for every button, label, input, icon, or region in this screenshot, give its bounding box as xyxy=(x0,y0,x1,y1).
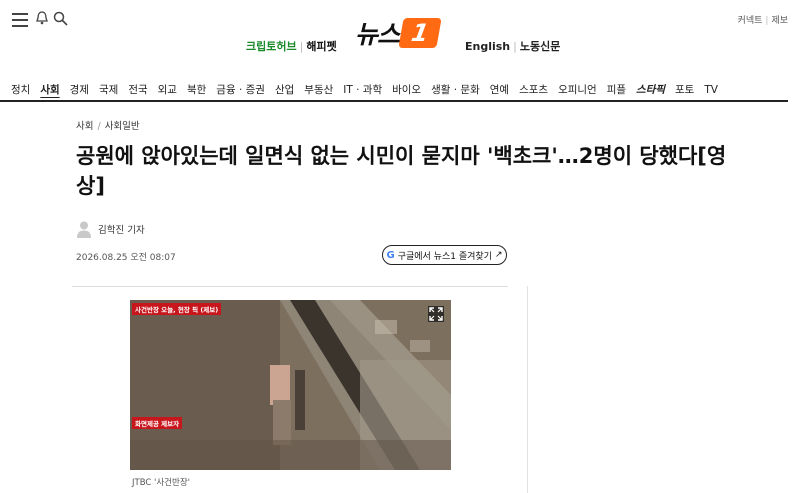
photo-credit: JTBC '사건반장' xyxy=(132,478,190,488)
cat-tv[interactable]: TV xyxy=(704,80,718,100)
google-favorite-label: 구글에서 뉴스1 즐겨찾기 xyxy=(397,251,492,262)
link-connect[interactable]: 커넥트 xyxy=(738,16,763,26)
link-english[interactable]: English xyxy=(465,40,510,53)
link-report[interactable]: 제보 xyxy=(771,16,788,26)
google-icon: G xyxy=(386,249,395,261)
cat-sports[interactable]: 스포츠 xyxy=(519,80,548,100)
author-name[interactable]: 김학진 기자 xyxy=(98,222,145,236)
top-bar: 크립토허브 | 해피펫 뉴스 1 English | 노동신문 커넥트 | 제보 xyxy=(0,0,800,70)
cat-opinion[interactable]: 오피니언 xyxy=(558,80,597,100)
header-left-links: 크립토허브 | 해피펫 xyxy=(246,40,337,53)
menu-icon[interactable] xyxy=(12,13,28,27)
video-caption-bottom: 화면제공 제보자 xyxy=(132,417,183,429)
cat-photo[interactable]: 포토 xyxy=(675,80,694,100)
link-crypto-hub[interactable]: 크립토허브 xyxy=(246,40,297,53)
cat-nationwide[interactable]: 전국 xyxy=(128,80,147,100)
cat-industry[interactable]: 산업 xyxy=(275,80,294,100)
bell-icon[interactable] xyxy=(36,11,48,25)
external-arrow-icon: ↗ xyxy=(494,250,503,260)
link-nodong[interactable]: 노동신문 xyxy=(520,40,560,53)
google-favorite-button[interactable]: G 구글에서 뉴스1 즐겨찾기 ↗ xyxy=(382,245,507,265)
cat-starpick[interactable]: 스타픽 xyxy=(636,80,665,100)
breadcrumb: 사회 / 사회일반 xyxy=(76,121,140,132)
cat-north-korea[interactable]: 북한 xyxy=(187,80,206,100)
cat-it-science[interactable]: IT · 과학 xyxy=(343,80,382,100)
breadcrumb-society[interactable]: 사회 xyxy=(76,121,93,132)
article-video[interactable]: 사건반장 오늘, 현장 픽 (제보) 화면제공 제보자 xyxy=(130,300,451,470)
cat-entertainment[interactable]: 연예 xyxy=(490,80,509,100)
author-avatar-icon xyxy=(77,221,91,238)
cat-politics[interactable]: 정치 xyxy=(11,80,30,100)
cat-real-estate[interactable]: 부동산 xyxy=(304,80,333,100)
breadcrumb-society-general[interactable]: 사회일반 xyxy=(105,121,140,132)
top-right-links: 커넥트 | 제보 xyxy=(737,16,788,26)
byline: 김학진 기자 xyxy=(76,220,145,238)
cat-finance[interactable]: 금융 · 증권 xyxy=(216,80,265,100)
cat-international[interactable]: 국제 xyxy=(99,80,118,100)
site-logo[interactable]: 뉴스 1 xyxy=(355,15,442,51)
article-headline: 공원에 앉아있는데 일면식 없는 시민이 묻지마 '백초크'…2명이 당했다[영… xyxy=(76,144,727,198)
publish-date: 2026.08.25 오전 08:07 xyxy=(76,253,176,263)
link-happy-pet[interactable]: 해피펫 xyxy=(306,40,336,53)
content-divider xyxy=(72,286,508,287)
cat-life-culture[interactable]: 생활 · 문화 xyxy=(431,80,480,100)
cat-economy[interactable]: 경제 xyxy=(70,80,89,100)
cat-bio[interactable]: 바이오 xyxy=(392,80,421,100)
cat-people[interactable]: 피플 xyxy=(607,80,626,100)
cat-diplomacy[interactable]: 외교 xyxy=(158,80,177,100)
cat-society[interactable]: 사회 xyxy=(40,80,59,100)
search-icon[interactable] xyxy=(53,11,68,26)
video-caption-top: 사건반장 오늘, 현장 픽 (제보) xyxy=(132,303,222,315)
category-nav: 정치 사회 경제 국제 전국 외교 북한 금융 · 증권 산업 부동산 IT · 과학 바이오 생활 ·… xyxy=(0,78,788,102)
header-right-links: English | 노동신문 xyxy=(465,40,561,53)
video-frame xyxy=(130,300,451,470)
fullscreen-icon[interactable] xyxy=(428,306,444,322)
column-divider xyxy=(527,286,528,493)
